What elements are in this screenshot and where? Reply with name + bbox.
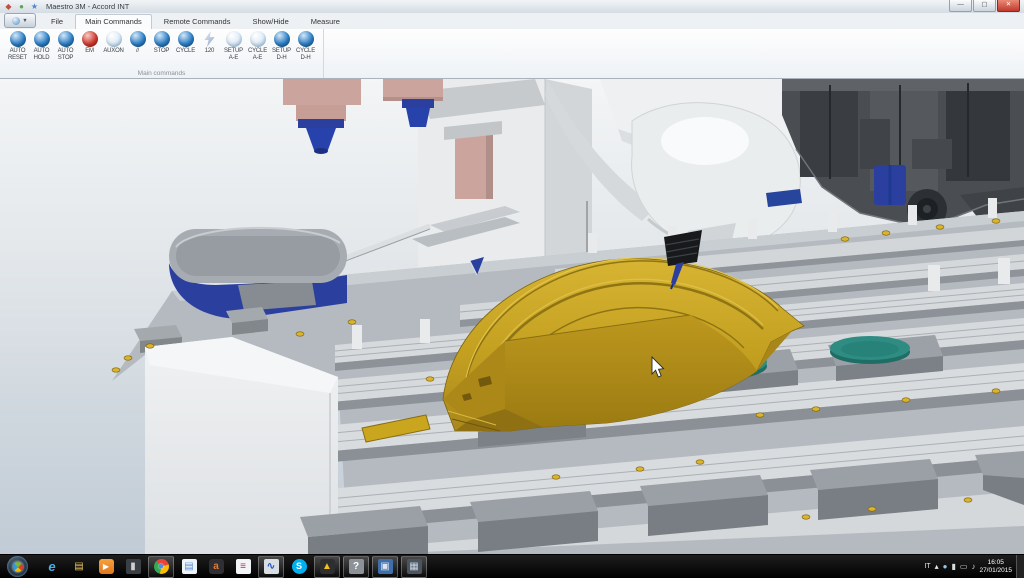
chrome-icon[interactable]: ● [148,556,174,578]
command-sphere-icon [178,31,194,47]
clock-time: 16:05 [988,559,1004,567]
show-desktop-button[interactable] [1016,555,1024,578]
cad-app-icon[interactable]: ∿ [258,556,284,578]
ribbon-tab[interactable]: Measure [301,14,350,29]
application-menu-button[interactable]: ▼ [4,13,36,28]
ribbon-command-button[interactable]: CYCLE [174,31,197,61]
app-a-icon[interactable]: a [204,557,228,577]
taskbar-icons: e ▤ ▶ ▮ ● ▤ [40,556,427,578]
taskbar-clock[interactable]: 16:05 27/01/2015 [979,559,1012,575]
command-sphere-icon [10,31,26,47]
minimize-button[interactable]: — [949,0,972,12]
file-explorer-icon[interactable]: ▤ [67,557,91,577]
ribbon-command-button[interactable]: STOP [150,31,173,61]
main-commands-buttons: AUTO RESET AUTO HOLD AUTO STOP [6,31,317,61]
application-window: ◆●★ Maestro 3M - Accord INT —▢✕ ▼ File M… [0,0,1024,578]
taskbar: e ▤ ▶ ▮ ● ▤ [0,554,1024,578]
ribbon-command-button[interactable]: SETUP D-H [270,31,293,61]
chevron-down-icon: ▼ [22,18,27,24]
help-icon[interactable]: ? [343,556,369,578]
drive-icon[interactable]: ● [943,562,948,572]
aggregate-unit [766,79,1024,237]
internet-explorer-icon[interactable]: e [40,557,64,577]
command-sphere-icon [130,31,146,47]
ribbon-command-button[interactable]: AUTO STOP [54,31,77,61]
ribbon-command-button[interactable]: AUTO HOLD [30,31,53,61]
battery-icon[interactable]: ▮ [951,562,955,572]
command-sphere-icon [226,31,242,47]
command-sphere-icon [202,31,218,47]
command-sphere-icon [274,31,290,47]
windows-flag-icon [10,559,24,573]
maestro-hardhat-icon[interactable]: ▲ [314,556,340,578]
command-sphere-icon [106,31,122,47]
skype-icon[interactable]: S [287,557,311,577]
ribbon-command-button[interactable]: 120 [198,31,221,61]
ribbon-tabs: File Main Commands Remote Commands Show/… [41,13,352,29]
ribbon-command-button[interactable]: // [126,31,149,61]
close-button[interactable]: ✕ [997,0,1020,12]
camera-app-icon[interactable]: ▮ [121,557,145,577]
bed-end-cap [169,228,347,319]
clock-date: 27/01/2015 [979,567,1012,575]
ribbon-command-button[interactable]: SETUP A-E [222,31,245,61]
status-green-icon[interactable]: ● [16,2,27,12]
show-hidden-icons-icon[interactable]: ▴ [935,562,939,572]
language-indicator[interactable]: IT [924,562,930,572]
quick-access-toolbar: ◆●★ [3,2,40,12]
command-sphere-icon [58,31,74,47]
network-icon[interactable]: ▭ [960,562,968,572]
maximize-button[interactable]: ▢ [973,0,996,12]
photo-viewer-icon[interactable]: ▦ [401,556,427,578]
start-button[interactable] [7,556,28,577]
command-sphere-icon [82,31,98,47]
command-sphere-icon [154,31,170,47]
window-title: Maestro 3M - Accord INT [46,2,129,11]
ribbon-group-main-commands: AUTO RESET AUTO HOLD AUTO STOP [0,29,324,78]
command-sphere-icon [250,31,266,47]
system-tray: IT ▴ ● ▮ ▭ ♪ [924,562,975,572]
ribbon-command-button[interactable]: CYCLE A-E [246,31,269,61]
ribbon-command-button[interactable]: AUXON [102,31,125,61]
ribbon-tab[interactable]: Main Commands [75,14,152,29]
volume-icon[interactable]: ♪ [971,562,975,572]
machine-3d-scene [0,79,1024,556]
title-bar: ◆●★ Maestro 3M - Accord INT —▢✕ [0,0,1024,14]
app-icon[interactable]: ◆ [3,2,14,12]
media-player-icon[interactable]: ▶ [94,557,118,577]
ribbon-command-button[interactable]: EM [78,31,101,61]
ribbon-group-label: Main commands [0,70,323,77]
command-sphere-icon [298,31,314,47]
favorites-star-icon[interactable]: ★ [29,2,40,12]
command-sphere-icon [34,31,50,47]
ribbon: AUTO RESET AUTO HOLD AUTO STOP [0,29,1024,79]
notepad-icon[interactable]: ▤ [177,557,201,577]
ribbon-command-button[interactable]: CYCLE D-H [294,31,317,61]
3d-viewport[interactable] [0,78,1024,556]
documents-icon[interactable]: ≡ [231,557,255,577]
ribbon-tab[interactable]: File [41,14,73,29]
ribbon-tab-row: ▼ File Main Commands Remote Commands Sho… [0,13,1024,29]
app-menu-orb-icon [12,17,20,25]
window-controls: —▢✕ [949,0,1020,12]
ribbon-command-button[interactable]: AUTO RESET [6,31,29,61]
ribbon-tab[interactable]: Show/Hide [242,14,298,29]
window-app-icon[interactable]: ▣ [372,556,398,578]
ribbon-tab[interactable]: Remote Commands [154,14,241,29]
